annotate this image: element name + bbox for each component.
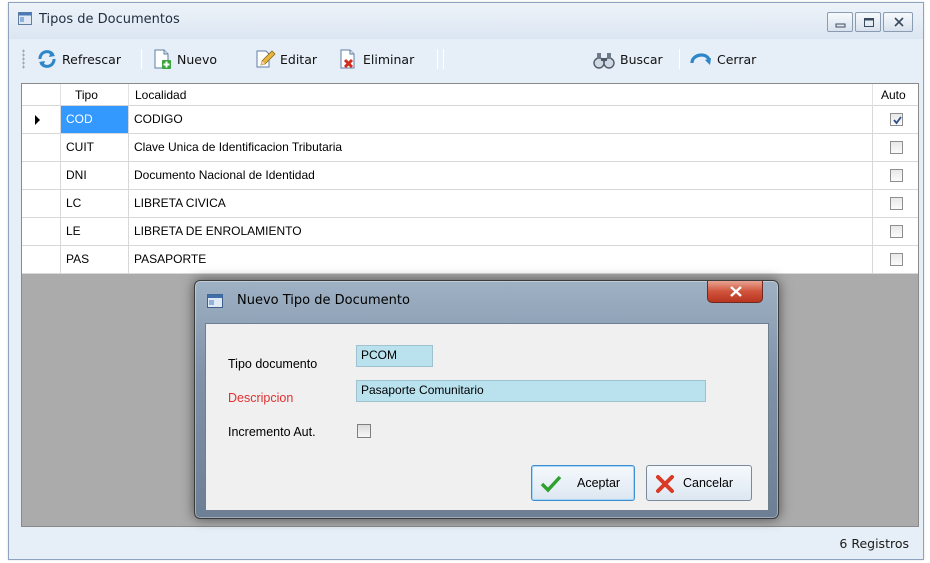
dialog-close-button[interactable] — [707, 281, 763, 303]
auto-checkbox[interactable] — [890, 113, 903, 126]
descripcion-label: Descripcion — [228, 391, 294, 405]
new-button[interactable]: Nuevo — [151, 45, 217, 73]
cancel-x-icon — [656, 475, 674, 493]
cell-localidad[interactable]: LIBRETA DE ENROLAMIENTO — [129, 218, 873, 245]
minimize-button[interactable] — [827, 12, 853, 32]
cell-auto[interactable] — [873, 162, 918, 189]
row-header[interactable] — [22, 162, 61, 189]
toolbar-separator — [141, 49, 142, 69]
incremento-aut-label: Incremento Aut. — [228, 425, 316, 439]
auto-checkbox[interactable] — [890, 141, 903, 154]
maximize-button[interactable] — [855, 12, 881, 32]
dialog-app-icon — [207, 294, 223, 308]
cell-localidad[interactable]: Documento Nacional de Identidad — [129, 162, 873, 189]
close-toolbar-button[interactable]: Cerrar — [689, 45, 756, 73]
cell-localidad[interactable]: Clave Unica de Identificacion Tributaria — [129, 134, 873, 161]
cell-tipo[interactable]: DNI — [61, 162, 129, 189]
cancel-label: Cancelar — [683, 476, 734, 490]
cell-auto[interactable] — [873, 106, 918, 133]
tipo-documento-label: Tipo documento — [228, 357, 318, 371]
close-window-button[interactable] — [883, 12, 913, 32]
delete-button[interactable]: Eliminar — [337, 45, 414, 73]
row-header[interactable] — [22, 106, 61, 133]
accept-button[interactable]: Aceptar — [531, 465, 635, 501]
auto-checkbox[interactable] — [890, 197, 903, 210]
cell-tipo[interactable]: COD — [61, 106, 129, 133]
cell-auto[interactable] — [873, 246, 918, 273]
row-header[interactable] — [22, 134, 61, 161]
auto-checkbox[interactable] — [890, 225, 903, 238]
incremento-aut-checkbox[interactable] — [357, 424, 371, 438]
new-document-icon — [154, 49, 171, 69]
edit-pencil-icon — [256, 50, 276, 68]
table-row[interactable]: COD CODIGO — [22, 106, 918, 134]
window-app-icon — [18, 12, 32, 25]
row-header-column — [22, 84, 61, 106]
refresh-label: Refrescar — [62, 51, 121, 67]
edit-button[interactable]: Editar — [254, 45, 317, 73]
descripcion-input[interactable]: Pasaporte Comunitario — [356, 380, 706, 402]
cell-auto[interactable] — [873, 190, 918, 217]
row-header[interactable] — [22, 246, 61, 273]
delete-label: Eliminar — [363, 51, 415, 67]
cell-auto[interactable] — [873, 218, 918, 245]
cell-tipo[interactable]: CUIT — [61, 134, 129, 161]
table-row[interactable]: LE LIBRETA DE ENROLAMIENTO — [22, 218, 918, 246]
search-button[interactable]: Buscar — [592, 45, 663, 73]
minimize-icon — [835, 23, 846, 28]
close-label: Cerrar — [717, 51, 757, 67]
current-row-arrow-icon — [35, 115, 40, 125]
row-header[interactable] — [22, 190, 61, 217]
binoculars-icon — [593, 53, 615, 69]
table-row[interactable]: PAS PASAPORTE — [22, 246, 918, 274]
edit-label: Editar — [280, 51, 318, 67]
column-header-localidad[interactable]: Localidad — [129, 84, 873, 106]
dialog-body: Tipo documento PCOM Descripcion Pasaport… — [205, 323, 769, 511]
cell-tipo[interactable]: LC — [61, 190, 129, 217]
auto-checkbox[interactable] — [890, 169, 903, 182]
close-icon — [894, 17, 904, 27]
toolbar-separator — [443, 49, 444, 69]
checkmark-icon — [540, 475, 562, 493]
status-bar: 6 Registros — [9, 528, 923, 559]
cell-localidad[interactable]: CODIGO — [129, 106, 873, 133]
tipo-documento-input[interactable]: PCOM — [356, 345, 433, 367]
cancel-button[interactable]: Cancelar — [646, 465, 752, 501]
new-document-type-dialog: Nuevo Tipo de Documento Tipo documento P… — [194, 280, 779, 519]
cell-localidad[interactable]: PASAPORTE — [129, 246, 873, 273]
cell-localidad[interactable]: LIBRETA CIVICA — [129, 190, 873, 217]
record-count: 6 Registros — [839, 536, 909, 551]
toolbar-separator — [679, 49, 680, 69]
delete-document-icon — [340, 49, 355, 69]
refresh-icon — [38, 50, 56, 68]
accept-label: Aceptar — [577, 476, 621, 490]
close-arrow-icon — [690, 53, 711, 65]
table-row[interactable]: LC LIBRETA CIVICA — [22, 190, 918, 218]
auto-checkbox[interactable] — [890, 253, 903, 266]
new-label: Nuevo — [177, 51, 218, 67]
cell-auto[interactable] — [873, 134, 918, 161]
maximize-icon — [864, 18, 874, 27]
search-label: Buscar — [620, 51, 663, 67]
cell-tipo[interactable]: PAS — [61, 246, 129, 273]
row-header[interactable] — [22, 218, 61, 245]
column-header-auto[interactable]: Auto — [873, 84, 918, 106]
table-row[interactable]: CUIT Clave Unica de Identificacion Tribu… — [22, 134, 918, 162]
toolbar-separator — [437, 49, 438, 69]
refresh-button[interactable]: Refrescar — [36, 45, 121, 73]
checkmark-icon — [893, 116, 902, 125]
toolbar-grip[interactable] — [22, 49, 25, 69]
toolbar: Refrescar Nuevo Editar Eliminar Buscar C… — [22, 43, 910, 75]
window-titlebar[interactable]: Tipos de Documentos — [9, 3, 923, 39]
window-title: Tipos de Documentos — [39, 12, 180, 27]
column-header-tipo[interactable]: Tipo — [61, 84, 129, 106]
table-row[interactable]: DNI Documento Nacional de Identidad — [22, 162, 918, 190]
dialog-title: Nuevo Tipo de Documento — [237, 293, 410, 308]
cell-tipo[interactable]: LE — [61, 218, 129, 245]
close-icon — [730, 286, 742, 297]
grid-header: Tipo Localidad Auto — [22, 84, 918, 106]
